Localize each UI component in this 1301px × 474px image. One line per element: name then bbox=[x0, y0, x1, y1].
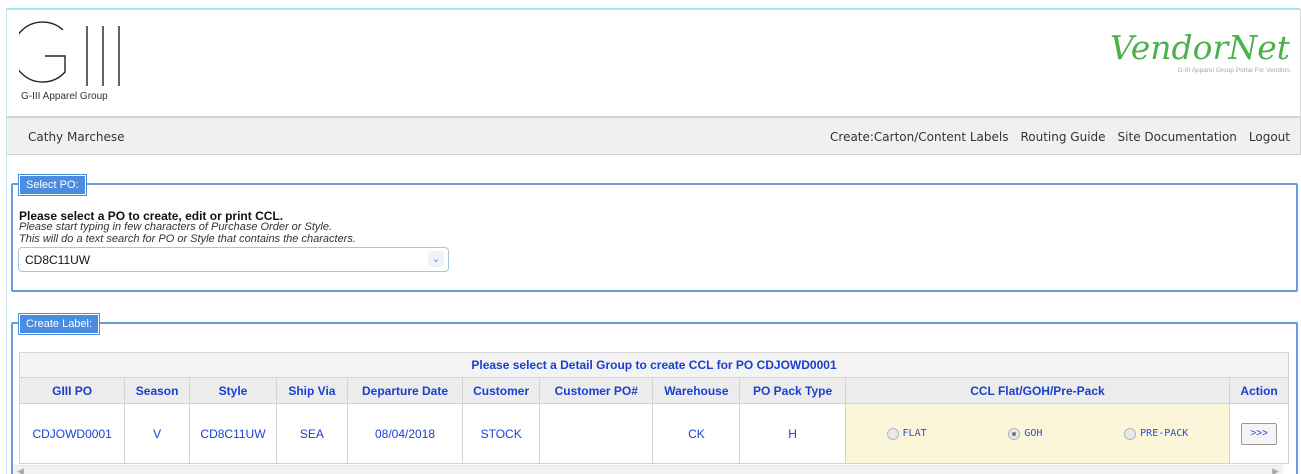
col-po-pack-type: PO Pack Type bbox=[739, 377, 846, 404]
brand-subtitle: G-III Apparel Group Portal For Vendors bbox=[1177, 67, 1290, 74]
col-customer-po: Customer PO# bbox=[539, 377, 654, 404]
table-caption-row: Please select a Detail Group to create C… bbox=[19, 352, 1289, 378]
radio-flat[interactable] bbox=[886, 427, 899, 440]
cell-action: >>> bbox=[1229, 403, 1289, 464]
cell-ccl-type: FLAT GOH PRE-PACK bbox=[844, 403, 1231, 464]
select-po-help-1: Please start typing in few characters of… bbox=[19, 221, 333, 233]
nav-routing-guide-link[interactable]: Routing Guide bbox=[1020, 130, 1105, 144]
page: G-III Apparel Group VendorNet G-III Appa… bbox=[6, 8, 1301, 474]
logo-subtitle: G-III Apparel Group bbox=[21, 91, 108, 102]
radio-pre-pack-label: PRE-PACK bbox=[1140, 428, 1189, 439]
col-season: Season bbox=[124, 377, 190, 404]
table-row: CDJOWD0001 V CD8C11UW SEA 08/04/2018 STO… bbox=[18, 403, 1289, 464]
nav-logout-link[interactable]: Logout bbox=[1249, 130, 1290, 144]
cell-ship-via: SEA bbox=[276, 403, 348, 464]
radio-pre-pack[interactable] bbox=[1124, 427, 1137, 440]
po-select-value: CD8C11UW bbox=[25, 253, 91, 267]
col-giii-po: GIII PO bbox=[18, 377, 126, 404]
ccl-option-pre-pack[interactable]: PRE-PACK bbox=[1124, 427, 1189, 440]
cell-customer-po bbox=[539, 403, 654, 464]
scroll-right-icon[interactable]: ▶ bbox=[1272, 466, 1279, 474]
navbar: Cathy Marchese Create:Carton/Content Lab… bbox=[7, 117, 1301, 155]
col-departure-date: Departure Date bbox=[346, 377, 464, 404]
cell-season: V bbox=[124, 403, 190, 464]
nav-links: Create:Carton/Content Labels Routing Gui… bbox=[830, 130, 1290, 144]
col-ccl-type: CCL Flat/GOH/Pre-Pack bbox=[844, 377, 1231, 404]
col-warehouse: Warehouse bbox=[652, 377, 741, 404]
col-customer: Customer bbox=[462, 377, 541, 404]
scroll-left-icon[interactable]: ◀ bbox=[17, 466, 24, 474]
ccl-radio-group: FLAT GOH PRE-PACK bbox=[846, 427, 1230, 440]
po-select[interactable]: CD8C11UW ⌄ bbox=[18, 247, 449, 272]
col-action: Action bbox=[1229, 377, 1289, 404]
cell-giii-po: CDJOWD0001 bbox=[18, 403, 126, 464]
chevron-down-icon[interactable]: ⌄ bbox=[428, 251, 444, 267]
ccl-option-flat[interactable]: FLAT bbox=[886, 427, 927, 440]
user-name: Cathy Marchese bbox=[28, 130, 125, 144]
nav-create-labels-link[interactable]: Create:Carton/Content Labels bbox=[830, 130, 1008, 144]
cell-style: CD8C11UW bbox=[188, 403, 278, 464]
nav-site-documentation-link[interactable]: Site Documentation bbox=[1118, 130, 1237, 144]
vendornet-brand: VendorNet G-III Apparel Group Portal For… bbox=[1109, 28, 1290, 75]
col-style: Style bbox=[188, 377, 278, 404]
table-caption: Please select a Detail Group to create C… bbox=[19, 352, 1289, 378]
cell-customer: STOCK bbox=[462, 403, 541, 464]
horizontal-scrollbar[interactable]: ◀ ▶ bbox=[13, 465, 1283, 474]
radio-goh[interactable] bbox=[1008, 427, 1021, 440]
radio-goh-label: GOH bbox=[1024, 428, 1043, 439]
select-po-legend: Select PO: bbox=[18, 174, 87, 196]
select-po-help-2: This will do a text search for PO or Sty… bbox=[19, 233, 356, 245]
col-ship-via: Ship Via bbox=[276, 377, 348, 404]
create-label-legend: Create Label: bbox=[17, 313, 101, 335]
brand-title: VendorNet bbox=[1109, 28, 1290, 67]
select-po-panel: Select PO: Please select a PO to create,… bbox=[11, 174, 1298, 292]
ccl-option-goh[interactable]: GOH bbox=[1008, 427, 1043, 440]
create-label-panel: Create Label: Please select a Detail Gro… bbox=[11, 313, 1298, 474]
create-ccl-button[interactable]: >>> bbox=[1241, 422, 1278, 445]
detail-group-table: Please select a Detail Group to create C… bbox=[18, 352, 1289, 464]
table-header-row: GIII PO Season Style Ship Via Departure … bbox=[18, 377, 1289, 404]
header: G-III Apparel Group VendorNet G-III Appa… bbox=[7, 9, 1301, 117]
giii-logo-mark bbox=[11, 21, 120, 86]
cell-departure-date: 08/04/2018 bbox=[346, 403, 464, 464]
radio-flat-label: FLAT bbox=[902, 428, 927, 439]
cell-warehouse: CK bbox=[652, 403, 741, 464]
cell-po-pack-type: H bbox=[739, 403, 846, 464]
